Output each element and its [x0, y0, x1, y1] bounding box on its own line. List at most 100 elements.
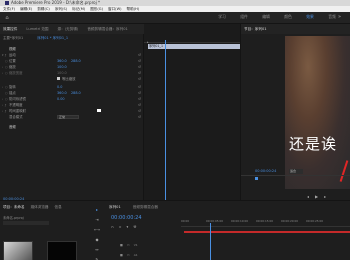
reset-icon[interactable]: ↺ [138, 115, 141, 119]
program-playhead[interactable] [255, 177, 258, 180]
wrench-icon[interactable]: ⚒ [133, 225, 136, 229]
track-sync-icon[interactable]: ▭ [127, 243, 130, 247]
tab-audio-clip-mixer[interactable]: 音频剪辑混合器：序列01 [87, 27, 128, 32]
tab-program-monitor[interactable]: 节目：序列01 [244, 27, 267, 32]
snap-icon[interactable]: ∩ [111, 225, 114, 229]
reset-icon[interactable]: ↺ [138, 109, 141, 113]
anchor-y-value[interactable]: 288.0 [71, 91, 85, 95]
track-select-tool-icon[interactable]: ⇥ [95, 217, 98, 222]
workspace-tab-learn[interactable]: 学习 [211, 14, 233, 20]
reset-icon[interactable]: ↺ [138, 103, 141, 107]
timeline-ruler[interactable]: 00:00 00:00:05:00 00:00:10:00 00:00:15:0… [181, 219, 350, 227]
step-forward-icon[interactable]: ▸ [324, 194, 326, 199]
ec-ruler[interactable] [144, 40, 240, 43]
menu-help[interactable]: 帮助(H) [127, 7, 140, 12]
workspace-tab-color[interactable]: 颜色 [277, 14, 299, 20]
subtitle-text[interactable]: 还是诶 [289, 133, 337, 154]
reset-icon[interactable]: ↺ [138, 59, 141, 63]
ripple-edit-tool-icon[interactable]: ⟷ [94, 227, 100, 232]
selection-tool-icon[interactable]: ▸ [96, 207, 98, 212]
effect-row-anti-flicker[interactable]: › ○ 防闪烁滤镜 0.00 ↺ [0, 96, 144, 102]
project-search-input[interactable] [3, 221, 49, 225]
tab-info[interactable]: 信息 [55, 205, 62, 210]
track-headers: ■ ▭ V1 ■ ▭ A1 [120, 243, 138, 257]
effect-row-opacity[interactable]: › ƒ 不透明度 ↺ [0, 102, 144, 108]
workspace-tab-assembly[interactable]: 组件 [233, 14, 255, 20]
menu-graphics[interactable]: 图形(G) [90, 7, 103, 12]
tab-project[interactable]: 项目：未命名 [3, 205, 25, 210]
reset-icon[interactable]: ↺ [138, 65, 141, 69]
menu-edit[interactable]: 编辑(E) [20, 7, 32, 12]
tab-effect-controls[interactable]: 效果控件 [3, 27, 17, 32]
slip-tool-icon[interactable]: ↔ [95, 247, 98, 252]
anchor-x-value[interactable]: 360.0 [57, 91, 71, 95]
track-lock-icon[interactable]: ■ [120, 243, 123, 247]
project-item-thumbnail[interactable] [3, 241, 33, 260]
clip-name-label[interactable]: 序列01 * 序列01_1 [37, 36, 68, 41]
tab-audio-mixer[interactable]: 音频剪辑混合器 [133, 205, 158, 210]
scale-value[interactable]: 100.0 [57, 65, 71, 69]
work-area-bar[interactable] [184, 231, 350, 233]
reset-icon[interactable]: ↺ [138, 53, 141, 57]
more-workspaces-icon[interactable]: » [338, 14, 341, 20]
mask-ellipse-icon[interactable] [97, 109, 101, 112]
track-sync-icon[interactable]: ▭ [127, 253, 130, 257]
effect-row-blend-mode[interactable]: 混合模式 正常 ↺ [0, 114, 144, 119]
timeline-playhead[interactable] [210, 223, 211, 260]
fit-select[interactable]: 适合 [289, 169, 303, 174]
track-header-v1[interactable]: ■ ▭ V1 [120, 243, 138, 247]
track-lock-icon[interactable]: ■ [120, 253, 123, 257]
play-icon[interactable]: ▶ [315, 194, 318, 199]
anti-flicker-value[interactable]: 0.00 [57, 97, 71, 101]
step-back-icon[interactable]: ◂ [307, 194, 309, 199]
tab-source[interactable]: 源：(无剪辑) [58, 27, 79, 32]
uniform-scale-checkbox[interactable] [57, 77, 60, 80]
ec-clip-bar[interactable]: 序列01_1 [148, 44, 240, 49]
timeline-timecode[interactable]: 00:00:00:24 [111, 215, 142, 221]
program-monitor-panel: 节目：序列01 还是诶 00:00:00:24 适合 ◂ ▶ ▸ [240, 24, 350, 200]
menu-clip[interactable]: 剪辑(C) [37, 7, 50, 12]
project-item-thumbnail[interactable] [47, 241, 77, 260]
program-timecode[interactable]: 00:00:00:24 [255, 169, 276, 173]
reset-icon[interactable]: ↺ [138, 91, 141, 95]
effect-row-time-remap[interactable]: › ƒ 时间重映射 ↺ [0, 108, 144, 114]
effect-row-scale[interactable]: › ○ 缩放 100.0 ↺ [0, 64, 144, 70]
linked-selection-icon[interactable]: ∞ [119, 225, 122, 229]
effect-row-motion[interactable]: ▾ ƒ 运动 ↺ [0, 52, 144, 58]
scale-width-value[interactable]: 100.0 [57, 71, 71, 75]
tab-media-browser[interactable]: 媒体浏览器 [31, 205, 49, 210]
effect-controls-timeline: ▸ 序列01_1 [144, 24, 240, 200]
add-marker-icon[interactable]: ▾ [126, 225, 128, 229]
reset-icon[interactable]: ↺ [138, 97, 141, 101]
reset-icon[interactable]: ↺ [138, 71, 141, 75]
reset-icon[interactable]: ↺ [138, 85, 141, 89]
program-video-frame[interactable]: 还是诶 [285, 36, 350, 189]
position-x-value[interactable]: 360.0 [57, 59, 71, 63]
track-header-a1[interactable]: ■ ▭ A1 [120, 253, 138, 257]
source-sequence-label[interactable]: 主要*序列01 [3, 36, 23, 41]
ruler-label: 00:00 [181, 219, 190, 223]
ec-playhead[interactable] [165, 40, 166, 200]
menu-sequence[interactable]: 序列(S) [55, 7, 67, 12]
effect-controls-header: 主要*序列01 序列01 * 序列01_1 [0, 35, 144, 41]
reset-icon[interactable]: ↺ [138, 77, 141, 81]
rotation-value[interactable]: 0.0 [57, 85, 71, 89]
effect-row-anchor[interactable]: ○ 锚点 360.0 288.0 ↺ [0, 90, 144, 96]
workspace-tab-editing[interactable]: 编辑 [255, 14, 277, 20]
effect-row-position[interactable]: ○ 位置 360.0 288.0 ↺ [0, 58, 144, 64]
premiere-logo-icon [5, 1, 9, 5]
tab-lumetri-scopes[interactable]: Lumetri 范围 [26, 27, 48, 32]
workspace-bar: ⌂ 学习 组件 编辑 颜色 效果 音频 » [0, 12, 350, 24]
menu-window[interactable]: 窗口(W) [108, 7, 122, 12]
menu-file[interactable]: 文件(F) [3, 7, 15, 12]
workspace-tab-effects[interactable]: 效果 [299, 14, 321, 20]
blend-mode-select[interactable]: 正常 [57, 114, 79, 119]
effect-row-uniform-scale[interactable]: 等比缩放 ↺ [0, 76, 144, 81]
position-y-value[interactable]: 288.0 [71, 59, 85, 63]
home-icon[interactable]: ⌂ [3, 14, 11, 21]
tab-sequence-01[interactable]: 序列01 [109, 205, 121, 210]
effect-row-rotation[interactable]: › ○ 旋转 0.0 ↺ [0, 84, 144, 90]
menu-marker[interactable]: 标记(M) [72, 7, 85, 12]
razor-tool-icon[interactable]: ◆ [95, 237, 98, 242]
effect-row-scale-width[interactable]: › ○ 缩放宽度 100.0 ↺ [0, 70, 144, 76]
